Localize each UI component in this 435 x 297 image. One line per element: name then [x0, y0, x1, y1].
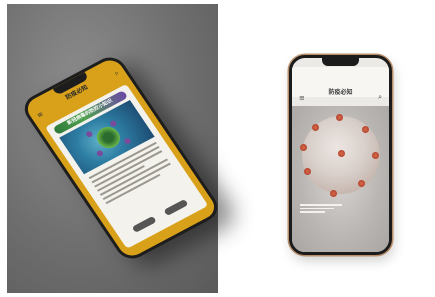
virus-spike [304, 168, 311, 175]
app-header: ≡ ⌕ 防疫必知 [292, 67, 389, 102]
nav-button[interactable] [132, 215, 158, 233]
virus-spike [300, 144, 307, 151]
search-icon: ⌕ [378, 93, 382, 101]
app-title: 防疫必知 [328, 89, 353, 96]
hamburger-icon: ≡ [299, 94, 305, 102]
virus-spike [372, 152, 379, 159]
virus-spike [358, 180, 365, 187]
mockup-scene: ≡ ⌕ 防疫必知 新冠病毒的防控小知识 ≡ ⌕ 防疫必知 [0, 0, 435, 297]
virus-spike [123, 137, 132, 145]
virus-spike [84, 130, 94, 139]
virus-spike [362, 126, 369, 133]
virus-graphic [92, 123, 125, 152]
virus-spike [312, 124, 319, 131]
nav-button[interactable] [163, 199, 189, 217]
virus-image [292, 106, 389, 252]
virus-spike [95, 149, 105, 158]
virus-spike [330, 190, 337, 197]
phone-mockup-right: ≡ ⌕ 防疫必知 [289, 55, 392, 255]
virus-spike [338, 150, 345, 157]
virus-spike [336, 114, 343, 121]
caption-text [300, 204, 342, 215]
phone-notch [322, 58, 359, 66]
